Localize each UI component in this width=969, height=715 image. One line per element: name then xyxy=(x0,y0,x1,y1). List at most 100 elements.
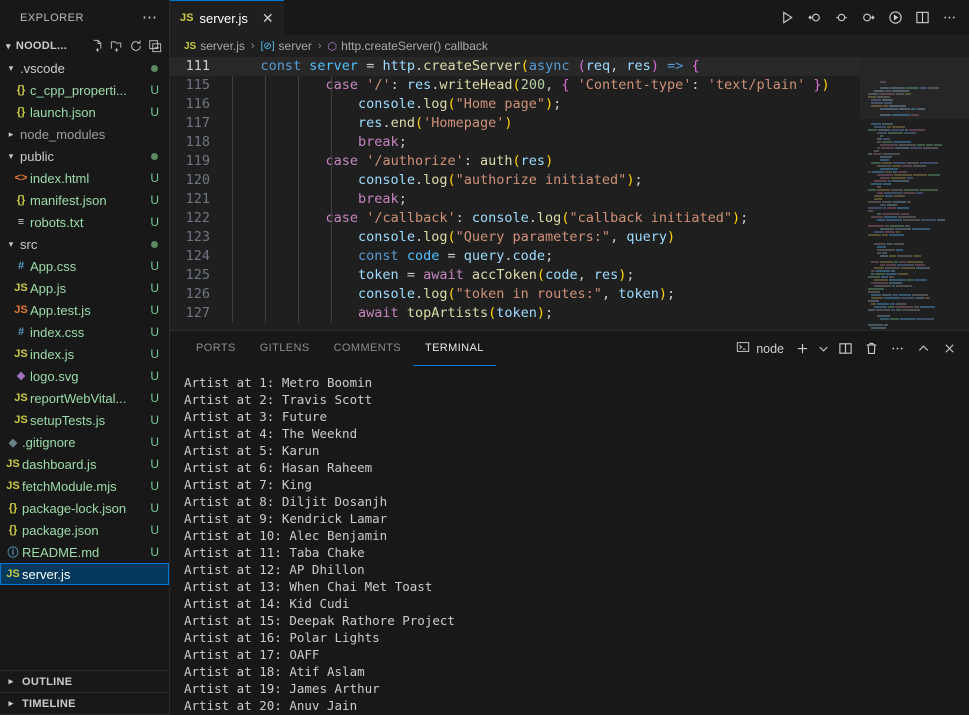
refresh-icon[interactable] xyxy=(127,38,144,55)
sidebar-item-outline[interactable]: ▸ OUTLINE xyxy=(0,671,169,693)
line-number: 115 xyxy=(185,77,210,93)
more-actions-button[interactable] xyxy=(937,6,961,30)
close-tab-icon[interactable]: ✕ xyxy=(262,11,274,25)
code-line[interactable]: 127 await topArtists(token); xyxy=(170,304,860,323)
folder-status-dot xyxy=(151,240,158,248)
tree-folder-src[interactable]: ▾ src xyxy=(0,233,169,255)
code-editor[interactable]: 111 const server = http.createServer(asy… xyxy=(170,57,969,330)
terminal-line: Artist at 6: Hasan Raheem xyxy=(184,460,373,475)
tree-file-index.js[interactable]: JS index.js U xyxy=(0,343,169,365)
tree-file-packagelock.json[interactable]: {} package-lock.json U xyxy=(0,497,169,519)
tree-file-.gitignore[interactable]: ◆ .gitignore U xyxy=(0,431,169,453)
maximize-panel-icon[interactable] xyxy=(911,337,935,361)
tree-file-index.css[interactable]: # index.css U xyxy=(0,321,169,343)
file-tree: ▾ .vscode {} c_cpp_properti... U {} launch.jso… xyxy=(0,57,169,670)
workspace-folder-header[interactable]: ▾ NOODL... xyxy=(0,35,169,57)
new-folder-icon[interactable] xyxy=(108,38,125,55)
tree-file-README.md[interactable]: ⓘ README.md U xyxy=(0,541,169,563)
tree-file-App.js[interactable]: JS App.js U xyxy=(0,277,169,299)
new-terminal-icon[interactable] xyxy=(790,337,814,361)
panel-tab-terminal[interactable]: TERMINAL xyxy=(412,331,496,366)
tree-folder-node_modules[interactable]: ▸ node_modules xyxy=(0,123,169,145)
code-line[interactable]: 116 console.log("Home page"); xyxy=(170,95,860,114)
chevron-down-icon[interactable] xyxy=(816,337,831,361)
file-type-icon: ❖ xyxy=(16,370,26,383)
panel-tab-gitlens[interactable]: GITLENS xyxy=(248,331,322,366)
run-button[interactable] xyxy=(775,6,799,30)
line-content: const code = query.code; xyxy=(358,248,554,264)
terminal-line: Artist at 11: Taba Chake xyxy=(184,545,365,560)
breadcrumb-item-module[interactable]: [⊘] server xyxy=(261,39,312,53)
tree-file-robots.txt[interactable]: ≡ robots.txt U xyxy=(0,211,169,233)
kill-terminal-icon[interactable] xyxy=(859,337,883,361)
tree-file-reportWebVital...[interactable]: JS reportWebVital... U xyxy=(0,387,169,409)
tree-file-logo.svg[interactable]: ❖ logo.svg U xyxy=(0,365,169,387)
panel-tab-ports[interactable]: PORTS xyxy=(184,331,248,366)
tree-file-package.json[interactable]: {} package.json U xyxy=(0,519,169,541)
tree-file-dashboard.js[interactable]: JS dashboard.js U xyxy=(0,453,169,475)
explorer-more-icon[interactable]: ⋯ xyxy=(138,10,161,25)
line-content: res.end('Homepage') xyxy=(358,115,513,131)
tree-file-App.test.js[interactable]: JS App.test.js U xyxy=(0,299,169,321)
minimap[interactable] xyxy=(860,57,969,330)
code-line[interactable]: 125 token = await accToken(code, res); xyxy=(170,266,860,285)
close-panel-icon[interactable] xyxy=(937,337,961,361)
tree-folder-vscode[interactable]: ▾ .vscode xyxy=(0,57,169,79)
debug-restart-button[interactable] xyxy=(829,6,853,30)
code-line[interactable]: 126 console.log("token in routes:", toke… xyxy=(170,285,860,304)
tree-file-setupTests.js[interactable]: JS setupTests.js U xyxy=(0,409,169,431)
breadcrumb-item-function[interactable]: ⬡ http.createServer() callback xyxy=(328,39,488,53)
tree-file-manifest.json[interactable]: {} manifest.json U xyxy=(0,189,169,211)
code-line[interactable]: 121 break; xyxy=(170,190,860,209)
run-and-debug-button[interactable] xyxy=(883,6,907,30)
tree-item-label: index.js xyxy=(30,346,75,362)
minimap-line xyxy=(871,312,945,314)
minimap-line xyxy=(868,120,945,122)
terminal-line: Artist at 12: AP Dhillon xyxy=(184,562,365,577)
code-line[interactable]: 122 case '/callback': console.log("callb… xyxy=(170,209,860,228)
tree-file-server.js[interactable]: JS server.js xyxy=(0,563,169,585)
code-line[interactable]: 118 break; xyxy=(170,133,860,152)
tree-file-launch.json[interactable]: {} launch.json U xyxy=(0,101,169,123)
terminal-line: Artist at 17: OAFF xyxy=(184,647,320,662)
sidebar-item-timeline[interactable]: ▸ TIMELINE xyxy=(0,693,169,715)
tree-file-App.css[interactable]: # App.css U xyxy=(0,255,169,277)
tree-item-label: package-lock.json xyxy=(22,500,127,516)
tree-folder-public[interactable]: ▾ public xyxy=(0,145,169,167)
line-number: 118 xyxy=(185,134,210,150)
tree-file-index.html[interactable]: <> index.html U xyxy=(0,167,169,189)
tab-server-js[interactable]: JS server.js ✕ xyxy=(170,0,284,35)
explorer-title-bar: EXPLORER ⋯ xyxy=(0,0,169,35)
tree-file-fetchModule.mjs[interactable]: JS fetchModule.mjs U xyxy=(0,475,169,497)
terminal-line: Artist at 14: Kid Cudi xyxy=(184,596,350,611)
tree-item-label: manifest.json xyxy=(30,192,107,208)
active-terminal-selector[interactable]: node xyxy=(736,340,788,357)
minimap-line xyxy=(880,159,945,161)
step-back-button[interactable] xyxy=(802,6,826,30)
minimap-line xyxy=(874,240,945,242)
more-actions-icon[interactable] xyxy=(885,337,909,361)
breadcrumb-item-file[interactable]: JS server.js xyxy=(184,39,245,53)
split-terminal-icon[interactable] xyxy=(833,337,857,361)
code-line[interactable]: 120 console.log("authorize initiated"); xyxy=(170,171,860,190)
new-file-icon[interactable] xyxy=(89,38,106,55)
tab-label: server.js xyxy=(199,10,248,26)
code-lines[interactable]: 111 const server = http.createServer(asy… xyxy=(170,57,860,330)
code-line[interactable]: 117 res.end('Homepage') xyxy=(170,114,860,133)
minimap-slider[interactable] xyxy=(860,57,969,119)
code-line[interactable]: 124 const code = query.code; xyxy=(170,247,860,266)
collapse-all-icon[interactable] xyxy=(146,38,163,55)
code-line[interactable]: 111 const server = http.createServer(asy… xyxy=(170,57,860,76)
split-editor-button[interactable] xyxy=(910,6,934,30)
tree-file-c_cpp_properti...[interactable]: {} c_cpp_properti... U xyxy=(0,79,169,101)
file-type-icon: JS xyxy=(14,348,28,360)
git-status-badge: U xyxy=(150,193,159,207)
step-over-button[interactable] xyxy=(856,6,880,30)
code-line[interactable]: 119 case '/authorize': auth(res) xyxy=(170,152,860,171)
code-line[interactable]: 123 console.log("Query parameters:", que… xyxy=(170,228,860,247)
terminal-line: Artist at 3: Future xyxy=(184,409,327,424)
line-number: 127 xyxy=(185,305,210,321)
terminal-output[interactable]: Artist at 1: Metro Boomin Artist at 2: Tr… xyxy=(170,366,969,715)
panel-tab-comments[interactable]: COMMENTS xyxy=(322,331,413,366)
code-line[interactable]: 115 case '/': res.writeHead(200, { 'Cont… xyxy=(170,76,860,95)
